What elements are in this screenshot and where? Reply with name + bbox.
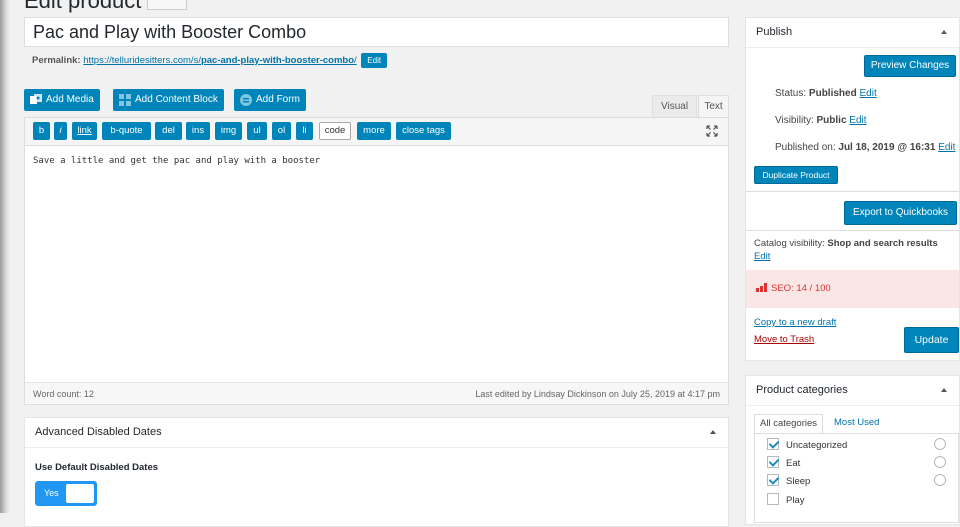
- category-item[interactable]: Sleep: [767, 474, 810, 488]
- checkbox[interactable]: [767, 456, 779, 468]
- form-icon: [240, 94, 252, 106]
- permalink: Permalink: https://telluridesitters.com/…: [32, 53, 388, 68]
- window-edge-shadow: [0, 0, 10, 513]
- tab-most-used[interactable]: Most Used: [834, 417, 879, 428]
- tab-all-categories[interactable]: All categories: [754, 414, 824, 434]
- status-line: Status: Published Edit: [775, 88, 877, 99]
- editor-status-bar: Word count: 12 Last edited by Lindsay Di…: [25, 382, 728, 404]
- export-quickbooks-button[interactable]: Export to Quickbooks: [844, 201, 957, 225]
- advanced-disabled-dates-box: Advanced Disabled Dates Use Default Disa…: [24, 417, 729, 527]
- categories-header[interactable]: Product categories: [746, 376, 959, 406]
- category-item[interactable]: Eat: [767, 456, 800, 470]
- permalink-link[interactable]: https://telluridesitters.com/s/pac-and-p…: [83, 55, 356, 66]
- qt-ins-button[interactable]: ins: [186, 122, 210, 140]
- qt-ol-button[interactable]: ol: [272, 122, 291, 140]
- seo-score[interactable]: SEO: 14 / 100: [746, 270, 959, 308]
- checkbox[interactable]: [767, 493, 779, 505]
- catalog-visibility: Catalog visibility: Shop and search resu…: [754, 238, 938, 262]
- primary-category-radio[interactable]: [934, 456, 946, 468]
- qt-li-button[interactable]: li: [296, 122, 313, 140]
- advanced-dates-header[interactable]: Advanced Disabled Dates: [25, 418, 728, 448]
- primary-category-radio[interactable]: [934, 438, 946, 450]
- published-on-line: Published on: Jul 18, 2019 @ 16:31 Edit: [775, 142, 956, 153]
- collapse-arrow-icon[interactable]: [941, 388, 947, 392]
- blocks-icon: [119, 94, 131, 106]
- qt-bquote-button[interactable]: b-quote: [102, 122, 151, 140]
- divider: [746, 230, 959, 231]
- page-title: Edit product: [24, 0, 188, 14]
- published-edit-link[interactable]: Edit: [938, 142, 955, 153]
- product-title-input[interactable]: Pac and Play with Booster Combo: [24, 17, 729, 47]
- fullscreen-icon[interactable]: [706, 125, 718, 137]
- publish-box: Publish Preview Changes Status: Publishe…: [745, 17, 960, 361]
- qt-close-tags-button[interactable]: close tags: [396, 122, 451, 140]
- move-to-trash-link[interactable]: Move to Trash: [754, 334, 814, 345]
- text-editor: b i link b-quote del ins img ul ol li co…: [24, 117, 729, 405]
- divider: [746, 191, 959, 192]
- qt-del-button[interactable]: del: [155, 122, 182, 140]
- qt-ul-button[interactable]: ul: [247, 122, 267, 140]
- media-icon: [30, 94, 42, 104]
- use-default-dates-toggle[interactable]: Yes: [35, 481, 97, 506]
- word-count: Word count: 12: [33, 389, 94, 399]
- qt-bold-button[interactable]: b: [33, 122, 50, 140]
- category-item[interactable]: Play: [767, 493, 804, 507]
- qt-italic-button[interactable]: i: [54, 122, 67, 140]
- copy-to-draft-link[interactable]: Copy to a new draft: [754, 317, 836, 328]
- product-categories-box: Product categories All categories Most U…: [745, 375, 960, 525]
- primary-category-radio[interactable]: [934, 474, 946, 486]
- status-edit-link[interactable]: Edit: [860, 88, 877, 99]
- duplicate-product-button[interactable]: Duplicate Product: [754, 166, 838, 184]
- collapse-arrow-icon[interactable]: [710, 430, 716, 434]
- preview-changes-button[interactable]: Preview Changes: [864, 55, 956, 77]
- catalog-edit-link[interactable]: Edit: [754, 251, 770, 262]
- publish-header[interactable]: Publish: [746, 18, 959, 48]
- add-media-button[interactable]: Add Media: [24, 89, 100, 111]
- use-default-dates-label: Use Default Disabled Dates: [35, 462, 159, 473]
- quicktags-toolbar: b i link b-quote del ins img ul ol li co…: [25, 118, 728, 146]
- add-content-block-button[interactable]: Add Content Block: [113, 89, 224, 111]
- visibility-line: Visibility: Public Edit: [775, 115, 867, 126]
- qt-img-button[interactable]: img: [215, 122, 242, 140]
- collapse-arrow-icon[interactable]: [941, 30, 947, 34]
- checkbox[interactable]: [767, 474, 779, 486]
- category-item[interactable]: Uncategorized: [767, 438, 847, 452]
- category-checklist: Uncategorized Eat Sleep Play: [754, 433, 959, 523]
- tab-visual[interactable]: Visual: [652, 95, 698, 117]
- qt-code-button[interactable]: code: [319, 122, 351, 140]
- visibility-edit-link[interactable]: Edit: [849, 115, 866, 126]
- editor-content[interactable]: Save a little and get the pac and play w…: [33, 156, 320, 166]
- last-edited: Last edited by Lindsay Dickinson on July…: [475, 389, 720, 399]
- qt-more-button[interactable]: more: [357, 122, 391, 140]
- add-form-button[interactable]: Add Form: [234, 89, 306, 111]
- add-new-button[interactable]: [147, 0, 188, 11]
- update-button[interactable]: Update: [904, 327, 959, 353]
- permalink-edit-button[interactable]: Edit: [361, 53, 388, 68]
- checkbox[interactable]: [767, 438, 779, 450]
- qt-link-button[interactable]: link: [72, 122, 97, 140]
- toggle-knob: [66, 484, 94, 503]
- tab-text[interactable]: Text: [698, 95, 729, 117]
- seo-chart-icon: [756, 283, 767, 292]
